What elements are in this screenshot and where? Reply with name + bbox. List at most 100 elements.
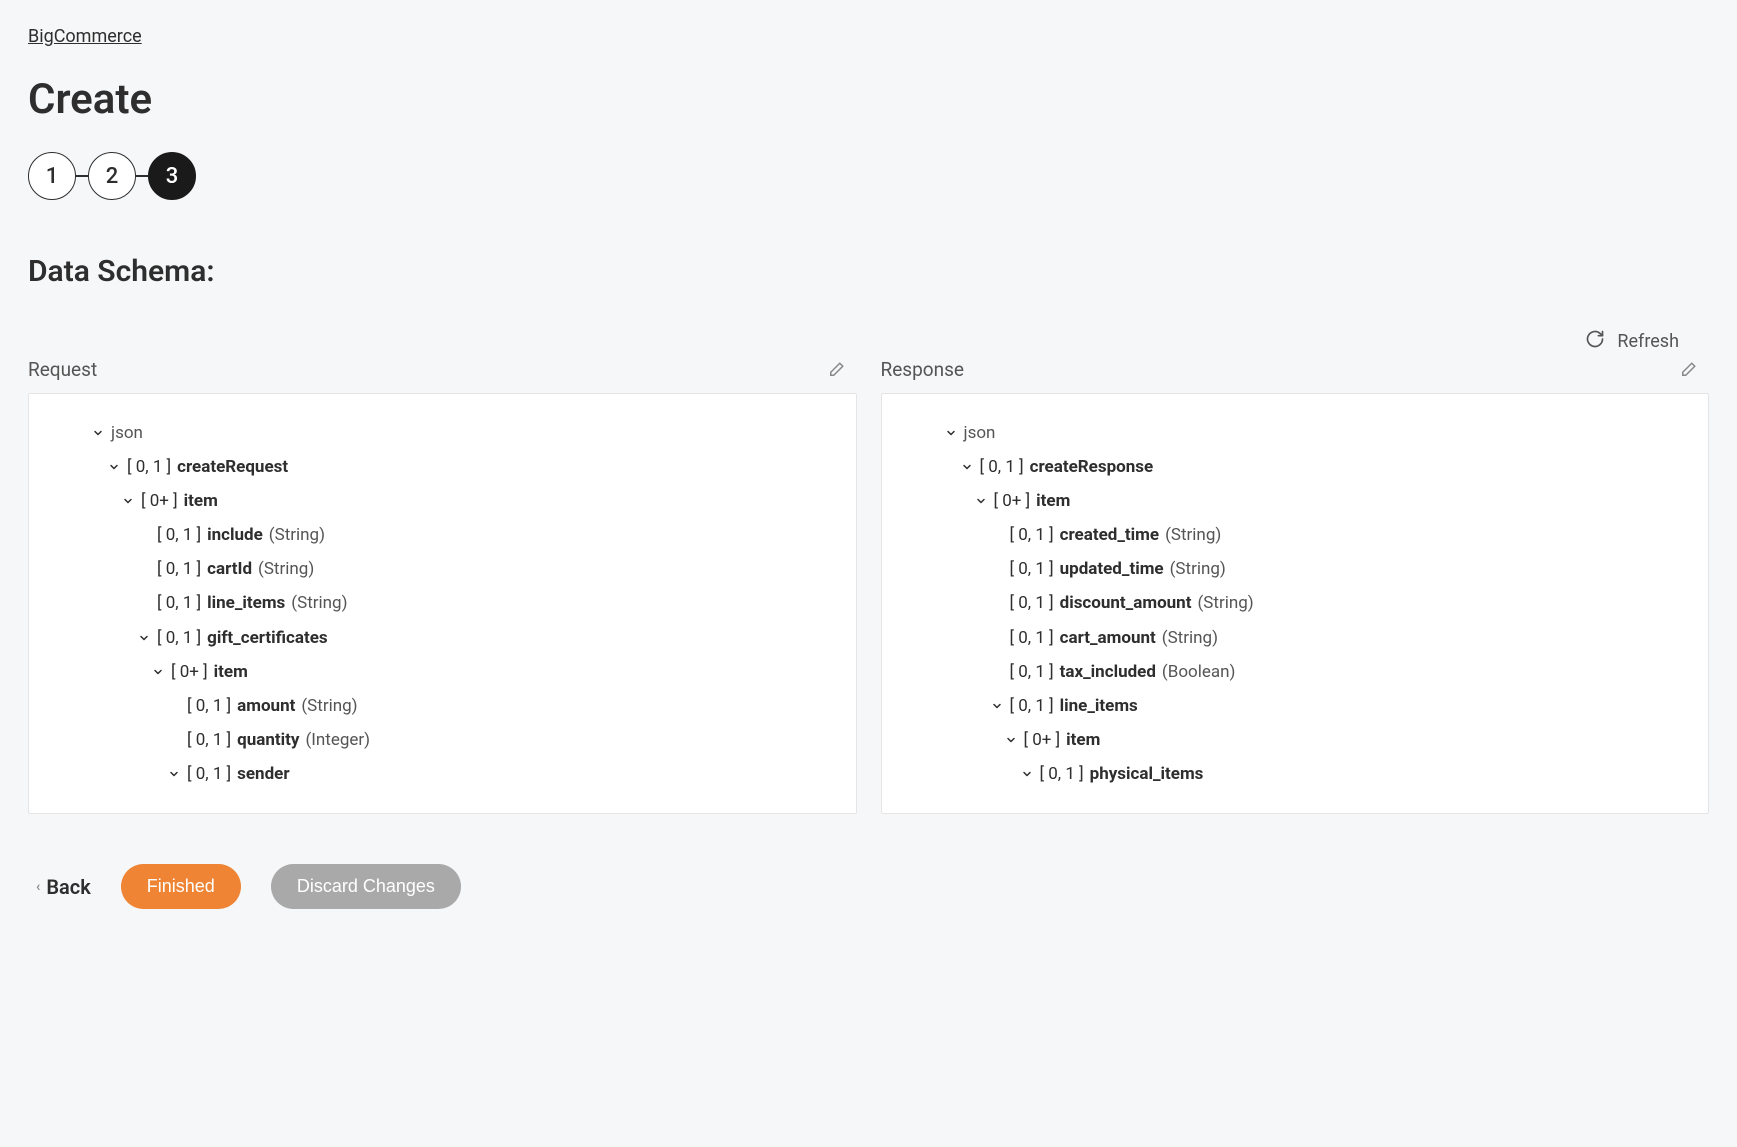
tree-node: [ 0, 1 ] updated_time (String) xyxy=(904,552,1679,586)
node-type: (String) xyxy=(1162,627,1218,649)
node-type: (Boolean) xyxy=(1162,661,1236,683)
chevron-down-icon[interactable] xyxy=(974,494,988,508)
tree-node[interactable]: [ 0+ ] item xyxy=(51,655,826,689)
node-root-label: json xyxy=(111,422,143,444)
refresh-button[interactable]: Refresh xyxy=(28,329,1709,354)
request-panel: json[ 0, 1 ] createRequest[ 0+ ] item[ 0… xyxy=(28,393,857,814)
node-name: item xyxy=(1066,729,1100,751)
node-cardinality: [ 0, 1 ] xyxy=(157,592,201,614)
step-3[interactable]: 3 xyxy=(148,152,196,200)
node-cardinality: [ 0, 1 ] xyxy=(127,456,171,478)
chevron-down-icon[interactable] xyxy=(137,631,151,645)
tree-node: [ 0, 1 ] discount_amount (String) xyxy=(904,586,1679,620)
tree-node[interactable]: [ 0, 1 ] physical_items xyxy=(904,757,1679,791)
node-cardinality: [ 0, 1 ] xyxy=(1010,592,1054,614)
node-name: createRequest xyxy=(177,456,288,478)
tree-node[interactable]: [ 0+ ] item xyxy=(51,484,826,518)
node-cardinality: [ 0, 1 ] xyxy=(187,729,231,751)
node-type: (String) xyxy=(269,524,325,546)
chevron-down-icon[interactable] xyxy=(1004,733,1018,747)
node-name: createResponse xyxy=(1030,456,1154,478)
node-name: item xyxy=(214,661,248,683)
tree-node: [ 0, 1 ] cart_amount (String) xyxy=(904,621,1679,655)
node-cardinality: [ 0+ ] xyxy=(1024,729,1061,751)
chevron-down-icon[interactable] xyxy=(121,494,135,508)
tree-node: [ 0, 1 ] line_items (String) xyxy=(51,586,826,620)
node-type: (String) xyxy=(258,558,314,580)
node-cardinality: [ 0, 1 ] xyxy=(1010,524,1054,546)
node-name: include xyxy=(207,524,263,546)
node-cardinality: [ 0, 1 ] xyxy=(1040,763,1084,785)
tree-node[interactable]: [ 0, 1 ] sender xyxy=(51,757,826,791)
request-label: Request xyxy=(28,358,97,381)
tree-node[interactable]: json xyxy=(51,416,826,450)
node-name: amount xyxy=(237,695,295,717)
refresh-label: Refresh xyxy=(1617,331,1679,352)
edit-response-icon[interactable] xyxy=(1679,361,1697,379)
tree-node[interactable]: json xyxy=(904,416,1679,450)
node-name: cart_amount xyxy=(1060,627,1156,649)
refresh-icon xyxy=(1585,329,1605,354)
discard-button[interactable]: Discard Changes xyxy=(271,864,461,909)
node-cardinality: [ 0, 1 ] xyxy=(980,456,1024,478)
node-name: line_items xyxy=(207,592,285,614)
response-panel: json[ 0, 1 ] createResponse[ 0+ ] item[ … xyxy=(881,393,1710,814)
node-name: discount_amount xyxy=(1060,592,1192,614)
tree-node[interactable]: [ 0+ ] item xyxy=(904,484,1679,518)
node-root-label: json xyxy=(964,422,996,444)
edit-request-icon[interactable] xyxy=(827,361,845,379)
node-cardinality: [ 0+ ] xyxy=(171,661,208,683)
chevron-down-icon[interactable] xyxy=(167,767,181,781)
node-type: (String) xyxy=(1170,558,1226,580)
node-cardinality: [ 0, 1 ] xyxy=(157,627,201,649)
node-type: (String) xyxy=(291,592,347,614)
tree-node: [ 0, 1 ] quantity (Integer) xyxy=(51,723,826,757)
node-name: item xyxy=(1036,490,1070,512)
node-type: (String) xyxy=(1165,524,1221,546)
node-name: quantity xyxy=(237,729,299,751)
chevron-down-icon[interactable] xyxy=(1020,767,1034,781)
back-label: Back xyxy=(46,875,90,899)
node-name: physical_items xyxy=(1090,763,1204,785)
step-1[interactable]: 1 xyxy=(28,152,76,200)
tree-node: [ 0, 1 ] tax_included (Boolean) xyxy=(904,655,1679,689)
chevron-down-icon[interactable] xyxy=(944,426,958,440)
stepper: 1 2 3 xyxy=(28,152,1709,200)
tree-node: [ 0, 1 ] created_time (String) xyxy=(904,518,1679,552)
node-name: tax_included xyxy=(1060,661,1156,683)
tree-node[interactable]: [ 0+ ] item xyxy=(904,723,1679,757)
chevron-down-icon[interactable] xyxy=(91,426,105,440)
chevron-down-icon[interactable] xyxy=(151,665,165,679)
back-button[interactable]: ‹ Back xyxy=(36,875,91,899)
node-cardinality: [ 0, 1 ] xyxy=(1010,695,1054,717)
node-name: updated_time xyxy=(1060,558,1164,580)
tree-node[interactable]: [ 0, 1 ] createRequest xyxy=(51,450,826,484)
step-2[interactable]: 2 xyxy=(88,152,136,200)
node-cardinality: [ 0, 1 ] xyxy=(157,524,201,546)
node-name: line_items xyxy=(1060,695,1138,717)
tree-node[interactable]: [ 0, 1 ] createResponse xyxy=(904,450,1679,484)
breadcrumb[interactable]: BigCommerce xyxy=(28,26,142,47)
section-title: Data Schema: xyxy=(28,254,1709,289)
node-cardinality: [ 0, 1 ] xyxy=(1010,627,1054,649)
chevron-down-icon[interactable] xyxy=(960,460,974,474)
tree-node[interactable]: [ 0, 1 ] gift_certificates xyxy=(51,621,826,655)
node-name: item xyxy=(184,490,218,512)
node-cardinality: [ 0, 1 ] xyxy=(187,763,231,785)
step-connector xyxy=(136,175,148,177)
step-connector xyxy=(76,175,88,177)
chevron-left-icon: ‹ xyxy=(36,879,40,895)
response-label: Response xyxy=(881,358,964,381)
tree-node: [ 0, 1 ] cartId (String) xyxy=(51,552,826,586)
finished-button[interactable]: Finished xyxy=(121,864,241,909)
tree-node[interactable]: [ 0, 1 ] line_items xyxy=(904,689,1679,723)
chevron-down-icon[interactable] xyxy=(107,460,121,474)
node-cardinality: [ 0, 1 ] xyxy=(1010,558,1054,580)
node-cardinality: [ 0, 1 ] xyxy=(187,695,231,717)
node-type: (String) xyxy=(301,695,357,717)
node-name: sender xyxy=(237,763,289,785)
node-cardinality: [ 0+ ] xyxy=(994,490,1031,512)
page-title: Create xyxy=(28,75,1709,124)
chevron-down-icon[interactable] xyxy=(990,699,1004,713)
node-cardinality: [ 0, 1 ] xyxy=(157,558,201,580)
